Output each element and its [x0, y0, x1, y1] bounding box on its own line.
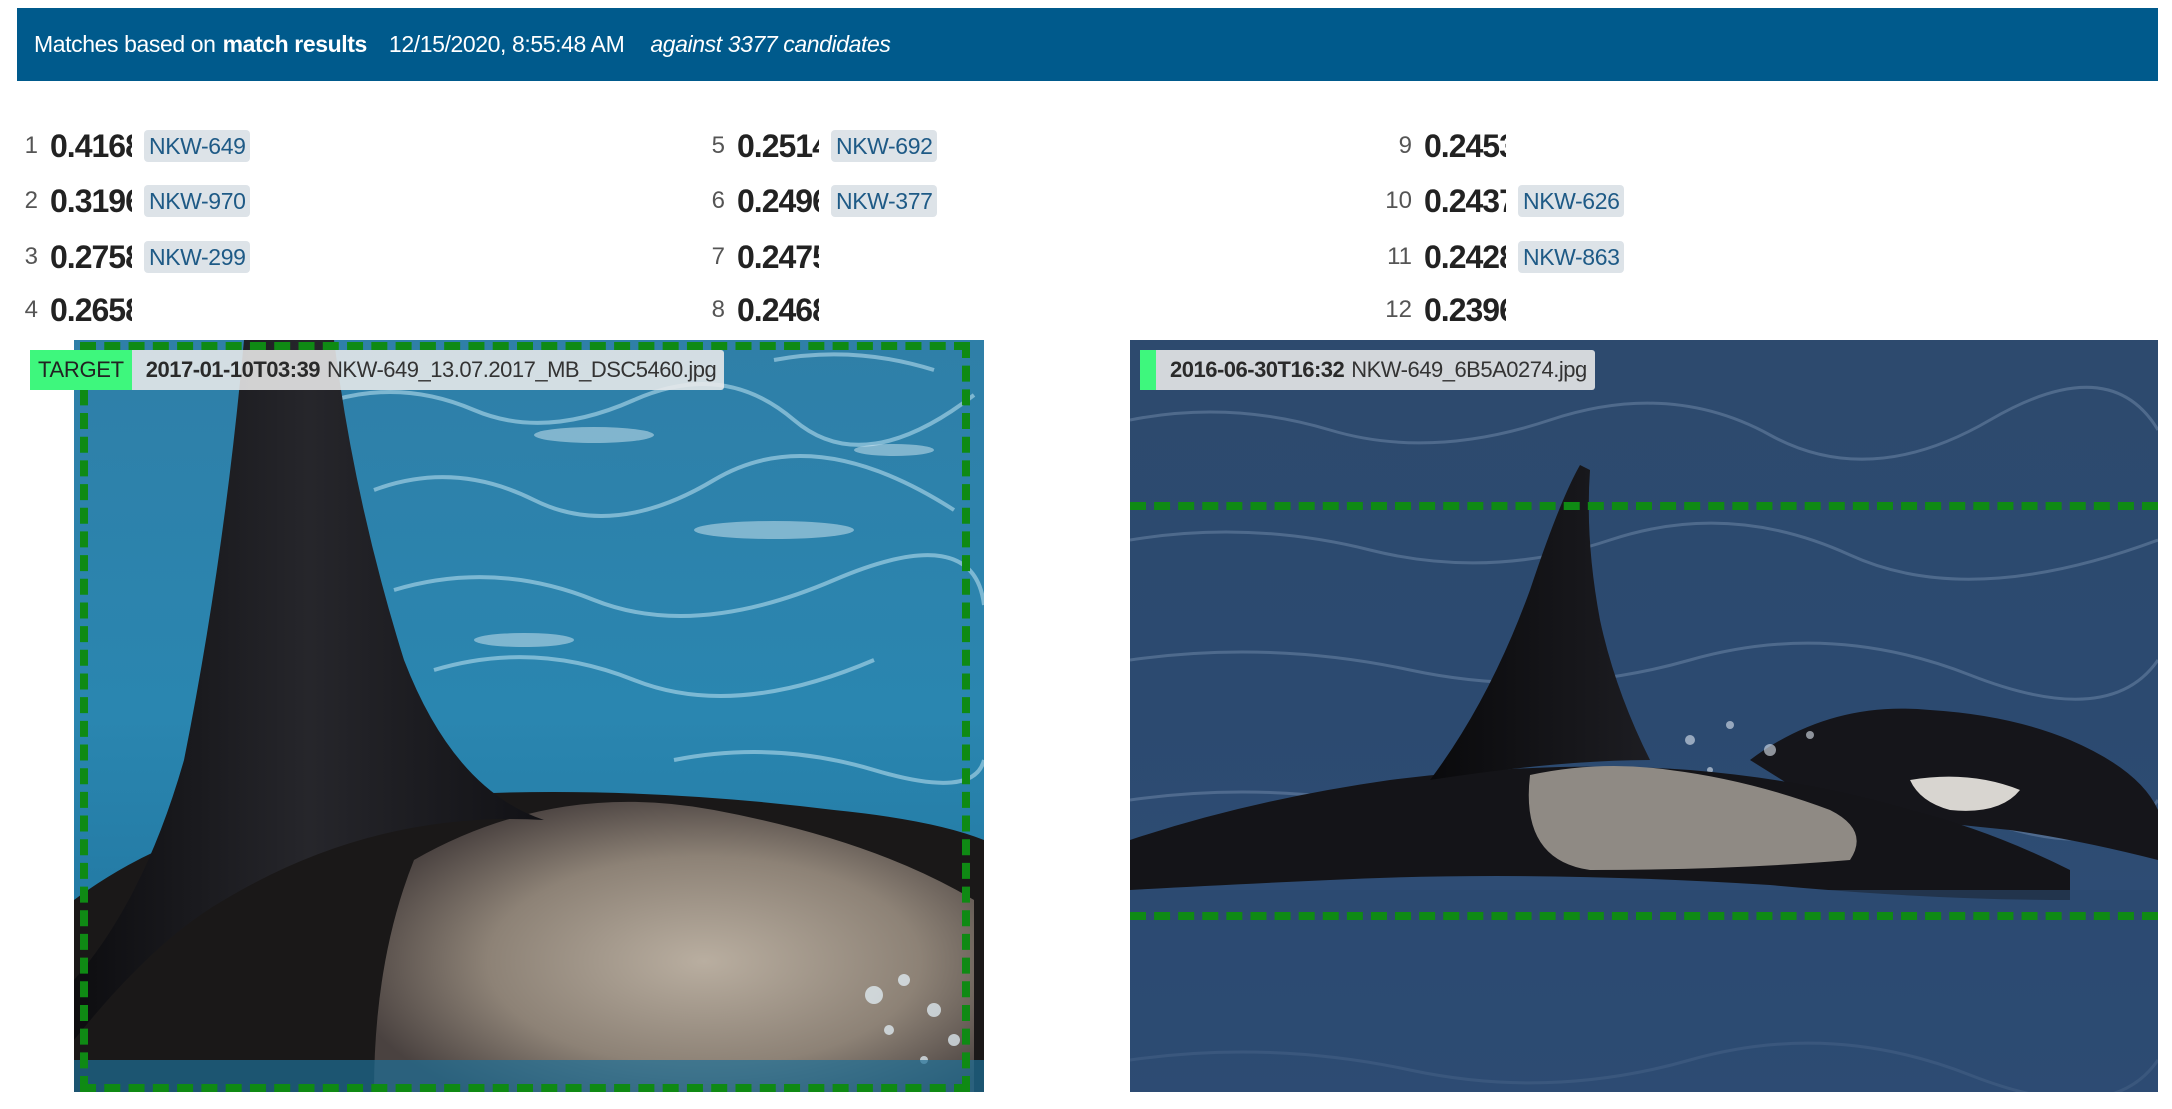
- match-row[interactable]: 4 0.2658: [0, 290, 132, 330]
- individual-id-link[interactable]: NKW-626: [1518, 185, 1625, 217]
- match-row[interactable]: 5 0.2514 NKW-692: [687, 126, 938, 166]
- target-filename: NKW-649_13.07.2017_MB_DSC5460.jpg: [327, 357, 717, 382]
- target-badge: TARGET: [30, 350, 132, 390]
- match-row[interactable]: 10 0.2437 NKW-626: [1374, 181, 1625, 221]
- target-label: TARGET 2017-01-10T03:39 NKW-649_13.07.20…: [30, 350, 725, 390]
- match-row[interactable]: 7 0.2475: [687, 237, 819, 277]
- match-rank: 8: [711, 296, 725, 323]
- target-meta: 2017-01-10T03:39 NKW-649_13.07.2017_MB_D…: [131, 350, 725, 390]
- results-header: Matches based on match results 12/15/202…: [17, 8, 2158, 81]
- individual-id-link[interactable]: NKW-649: [144, 130, 251, 162]
- match-score: 0.2428: [1424, 238, 1506, 275]
- individual-id-link[interactable]: NKW-692: [831, 130, 938, 162]
- match-rank: 10: [1385, 187, 1412, 214]
- match-rank: 3: [24, 243, 38, 270]
- match-row[interactable]: 12 0.2396: [1374, 290, 1506, 330]
- match-rank: 9: [1398, 132, 1412, 159]
- match-score: 0.3196: [50, 182, 132, 219]
- match-score: 0.4168: [50, 127, 132, 164]
- detection-box: [80, 342, 970, 1092]
- match-rank: 6: [711, 187, 725, 214]
- match-score: 0.2468: [737, 291, 819, 328]
- match-rank: 11: [1387, 243, 1412, 270]
- match-rank: 4: [24, 296, 38, 323]
- match-score: 0.2453: [1424, 127, 1506, 164]
- match-rank: 1: [24, 132, 38, 159]
- match-row[interactable]: 6 0.2496 NKW-377: [687, 181, 938, 221]
- match-score: 0.2514: [737, 127, 819, 164]
- candidate-date: 2016-06-30T16:32: [1170, 357, 1345, 382]
- match-row[interactable]: 11 0.2428 NKW-863: [1374, 237, 1625, 277]
- match-row[interactable]: 8 0.2468: [687, 290, 819, 330]
- match-score: 0.2658: [50, 291, 132, 328]
- individual-id-link[interactable]: NKW-863: [1518, 241, 1625, 273]
- match-list: 1 0.4168 NKW-649 2 0.3196 NKW-970 3 0.27…: [0, 118, 2172, 338]
- match-indicator: [1140, 350, 1156, 390]
- individual-id-link[interactable]: NKW-970: [144, 185, 251, 217]
- candidate-meta: 2016-06-30T16:32 NKW-649_6B5A0274.jpg: [1156, 350, 1595, 390]
- target-image-panel[interactable]: [74, 340, 984, 1092]
- match-row[interactable]: 1 0.4168 NKW-649: [0, 126, 251, 166]
- match-score: 0.2437: [1424, 182, 1506, 219]
- candidate-image-panel[interactable]: [1130, 340, 2158, 1092]
- match-rank: 2: [24, 187, 38, 214]
- individual-id-link[interactable]: NKW-377: [831, 185, 938, 217]
- match-row[interactable]: 2 0.3196 NKW-970: [0, 181, 251, 221]
- individual-id-link[interactable]: NKW-299: [144, 241, 251, 273]
- match-rank: 5: [711, 132, 725, 159]
- candidate-filename: NKW-649_6B5A0274.jpg: [1351, 357, 1587, 382]
- header-prefix: Matches based on: [34, 31, 216, 57]
- match-rank: 12: [1385, 296, 1412, 323]
- match-score: 0.2396: [1424, 291, 1506, 328]
- target-date: 2017-01-10T03:39: [145, 357, 321, 382]
- match-row[interactable]: 9 0.2453: [1374, 126, 1506, 166]
- header-match-type: match results: [222, 31, 368, 57]
- detection-box: [1130, 502, 2158, 920]
- match-row[interactable]: 3 0.2758 NKW-299: [0, 237, 251, 277]
- match-score: 0.2475: [737, 238, 819, 275]
- candidate-label: 2016-06-30T16:32 NKW-649_6B5A0274.jpg: [1140, 350, 1595, 390]
- header-timestamp: 12/15/2020, 8:55:48 AM: [388, 31, 625, 57]
- match-rank: 7: [711, 243, 725, 270]
- match-score: 0.2496: [737, 182, 819, 219]
- match-score: 0.2758: [50, 238, 132, 275]
- header-candidates: against 3377 candidates: [650, 31, 891, 57]
